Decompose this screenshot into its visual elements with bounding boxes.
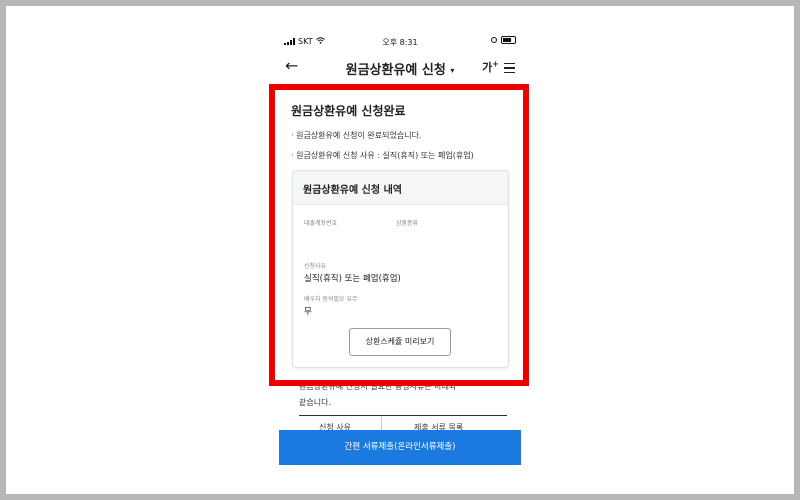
easy-document-submit-button[interactable]: 간편 서류제출(온라인서류제출) <box>279 430 521 465</box>
spouse-consent-value: 무 <box>304 307 312 317</box>
application-details-card: 원금상환유예 신청 내역 대출계좌번호 상품종류 신청사유 실직(휴직) 또는 … <box>292 170 509 368</box>
status-bar: SKT 오후 8:31 <box>279 30 521 52</box>
completion-title: 원금상환유예 신청완료 <box>291 104 406 118</box>
reason-label: 신청사유 <box>304 263 327 270</box>
product-type-label: 상품종류 <box>396 220 419 227</box>
status-time: 오후 8:31 <box>382 38 418 47</box>
hamburger-menu-icon[interactable] <box>504 63 515 76</box>
font-size-label: 가 <box>482 61 493 74</box>
documents-intro-line2: 같습니다. <box>299 398 331 407</box>
font-size-plus-icon: + <box>492 59 499 69</box>
table-column-divider <box>381 416 382 430</box>
loan-account-label: 대출계좌번호 <box>304 220 338 227</box>
orientation-lock-icon <box>491 37 497 43</box>
card-title: 원금상환유예 신청 내역 <box>303 185 402 196</box>
documents-intro-line1: 원금상환유예 신청시 필요한 증빙서류는 아래와 <box>299 382 457 391</box>
table-divider <box>299 415 507 416</box>
battery-icon <box>501 36 516 44</box>
status-right <box>491 36 516 44</box>
repayment-schedule-preview-button[interactable]: 상환스케쥴 미리보기 <box>349 328 451 356</box>
phone-screen: SKT 오후 8:31 ← 원금상환유예 신청 ▾ 가+ 원금상환유예 신청완료… <box>279 30 521 470</box>
chevron-down-icon: ▾ <box>450 66 455 75</box>
spouse-consent-label: 배우자 동의필요 유무 <box>304 296 358 303</box>
font-size-button[interactable]: 가+ <box>482 59 499 75</box>
reason-value: 실직(휴직) 또는 폐업(휴업) <box>304 274 401 284</box>
app-header: ← 원금상환유예 신청 ▾ 가+ <box>279 54 521 82</box>
page-title-text: 원금상환유예 신청 <box>345 63 446 78</box>
completion-reason: · 원금상환유예 신청 사유 : 실직(휴직) 또는 폐업(휴업) <box>291 151 474 160</box>
completion-message: · 원금상환유예 신청이 완료되었습니다. <box>291 131 422 140</box>
